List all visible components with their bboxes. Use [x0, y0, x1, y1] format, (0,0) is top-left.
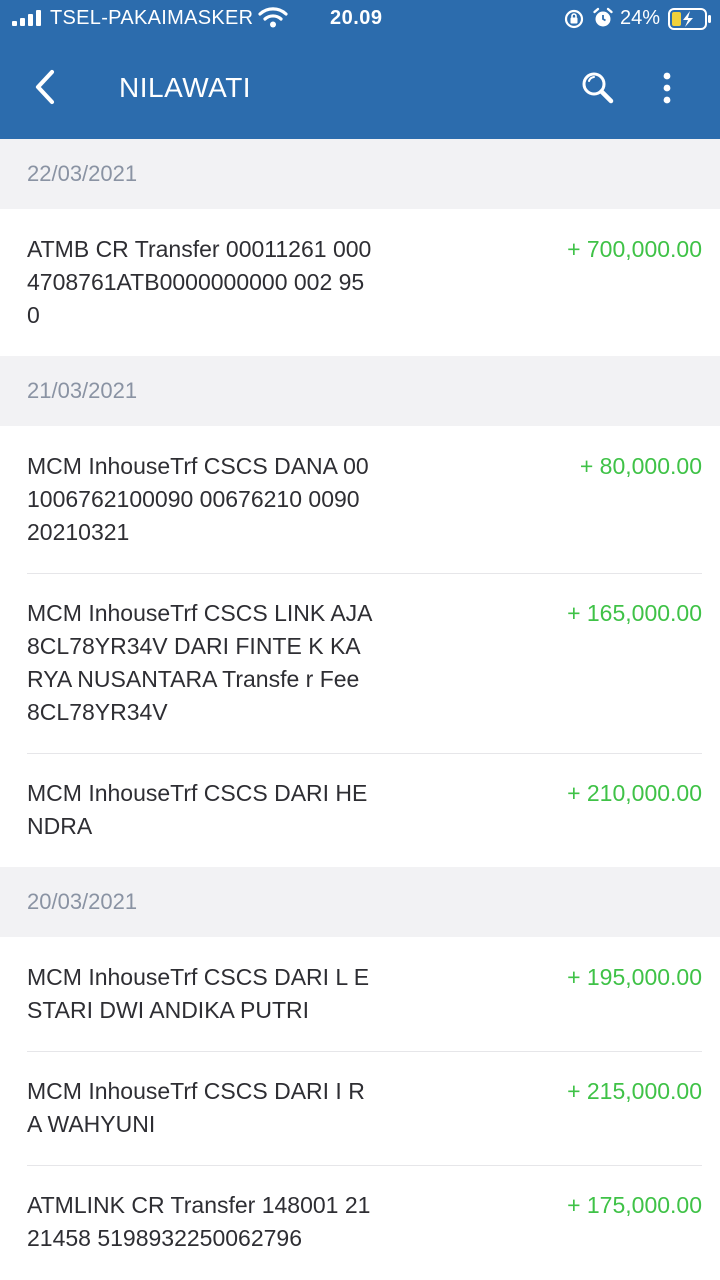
alarm-icon — [593, 7, 613, 27]
more-vertical-icon[interactable] — [652, 68, 682, 108]
transaction-amount: + 165,000.00 — [567, 600, 702, 626]
transaction-amount: + 175,000.00 — [567, 1192, 702, 1218]
transaction-group: ATMB CR Transfer 00011261 0004708761ATB0… — [0, 209, 720, 356]
transaction-row[interactable]: MCM InhouseTrf CSCS DANA 001006762100090… — [0, 426, 720, 573]
page-title: NILAWATI — [119, 72, 252, 103]
transaction-amount: + 210,000.00 — [567, 780, 702, 806]
transaction-amount: + 215,000.00 — [567, 1078, 702, 1104]
transaction-description: MCM InhouseTrf CSCS DARI HENDRA — [27, 780, 368, 839]
transaction-amount: + 195,000.00 — [567, 964, 702, 990]
transaction-group: MCM InhouseTrf CSCS DARI L ESTARI DWI AN… — [0, 937, 720, 1255]
status-bar: TSEL-PAKAIMASKER 20.09 24% — [0, 0, 720, 40]
date-header: 20/03/2021 — [0, 867, 720, 937]
carrier-name: TSEL-PAKAIMASKER — [50, 7, 254, 29]
transaction-description: MCM InhouseTrf CSCS DARI L ESTARI DWI AN… — [27, 964, 370, 1023]
transaction-row[interactable]: ATMLINK CR Transfer 148001 2121458 51989… — [0, 1165, 720, 1255]
back-arrow-icon[interactable] — [28, 68, 62, 106]
transaction-description: MCM InhouseTrf CSCS DARI I RA WAHYUNI — [27, 1078, 365, 1137]
transaction-description: ATMB CR Transfer 00011261 0004708761ATB0… — [27, 236, 372, 328]
transaction-description: MCM InhouseTrf CSCS DANA 001006762100090… — [27, 453, 369, 545]
transaction-row[interactable]: MCM InhouseTrf CSCS LINK AJA 8CL78YR34V … — [0, 573, 720, 753]
transaction-list[interactable]: 22/03/2021 ATMB CR Transfer 00011261 000… — [0, 139, 720, 1280]
wifi-icon — [258, 7, 288, 28]
transaction-description: ATMLINK CR Transfer 148001 2121458 51989… — [27, 1192, 371, 1251]
transaction-group: MCM InhouseTrf CSCS DANA 001006762100090… — [0, 426, 720, 867]
battery-charging-icon — [668, 8, 711, 30]
status-time: 20.09 — [330, 7, 383, 29]
top-bar: TSEL-PAKAIMASKER 20.09 24% NILAWATI — [0, 0, 720, 139]
transaction-row[interactable]: MCM InhouseTrf CSCS DARI I RA WAHYUNI + … — [0, 1051, 720, 1165]
transaction-description: MCM InhouseTrf CSCS LINK AJA 8CL78YR34V … — [27, 600, 372, 725]
transaction-row[interactable]: MCM InhouseTrf CSCS DARI L ESTARI DWI AN… — [0, 937, 720, 1051]
rotation-lock-icon — [564, 9, 584, 29]
transaction-row[interactable]: ATMB CR Transfer 00011261 0004708761ATB0… — [0, 209, 720, 356]
transaction-amount: + 80,000.00 — [579, 453, 702, 479]
app-bar: NILAWATI — [0, 50, 720, 125]
transaction-row[interactable]: MCM InhouseTrf CSCS DARI HENDRA + 210,00… — [0, 753, 720, 867]
date-header: 22/03/2021 — [0, 139, 720, 209]
search-icon[interactable] — [578, 68, 618, 108]
battery-percent: 24% — [620, 7, 661, 29]
signal-icon — [12, 10, 41, 26]
date-header: 21/03/2021 — [0, 356, 720, 426]
transaction-amount: + 700,000.00 — [567, 236, 702, 262]
